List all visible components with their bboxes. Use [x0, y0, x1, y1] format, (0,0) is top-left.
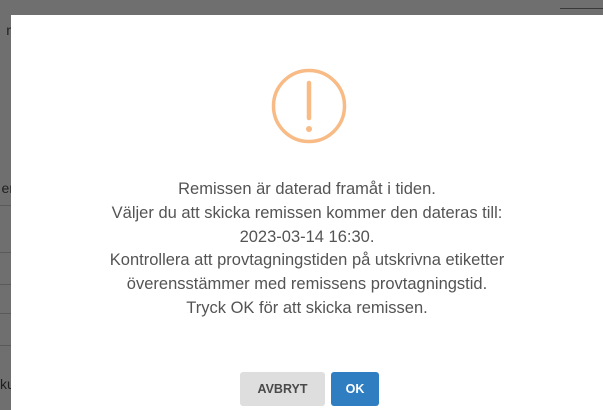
- dialog-message: Remissen är daterad framåt i tiden. Välj…: [11, 178, 603, 321]
- message-line: Tryck OK för att skicka remissen.: [186, 298, 428, 317]
- message-line: Kontrollera att provtagningstiden på uts…: [109, 251, 505, 270]
- ok-button[interactable]: OK: [331, 372, 379, 406]
- warning-dialog: Remissen är daterad framåt i tiden. Välj…: [11, 15, 603, 410]
- cancel-button[interactable]: AVBRYT: [240, 372, 325, 406]
- message-line: Väljer du att skicka remissen kommer den…: [111, 203, 503, 222]
- message-line: överensstämmer med remissens provtagning…: [126, 275, 488, 294]
- message-line: 2023-03-14 16:30.: [239, 227, 375, 246]
- background-divider: [560, 8, 603, 9]
- exclamation-circle-icon: [271, 68, 347, 144]
- dialog-buttons: AVBRYT OK: [11, 372, 603, 406]
- message-line: Remissen är daterad framåt i tiden.: [178, 180, 436, 198]
